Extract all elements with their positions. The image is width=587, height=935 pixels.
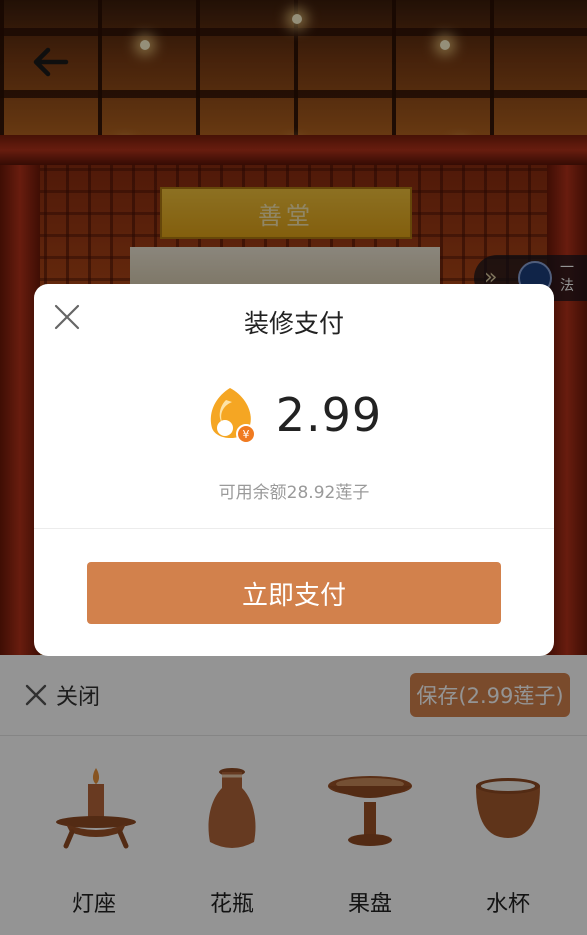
payment-amount: 2.99	[275, 388, 383, 442]
divider	[34, 528, 554, 529]
amount-row: ¥ 2.99	[34, 380, 554, 450]
payment-dialog: 装修支付 ¥ 2.99 可用余额28.92莲子 立即支付	[34, 284, 554, 656]
lotus-seed-coin-icon: ¥	[210, 388, 256, 444]
svg-text:¥: ¥	[242, 428, 249, 441]
available-balance: 可用余额28.92莲子	[218, 483, 370, 503]
dialog-title: 装修支付	[243, 309, 344, 338]
pay-now-button[interactable]: 立即支付	[87, 562, 501, 624]
